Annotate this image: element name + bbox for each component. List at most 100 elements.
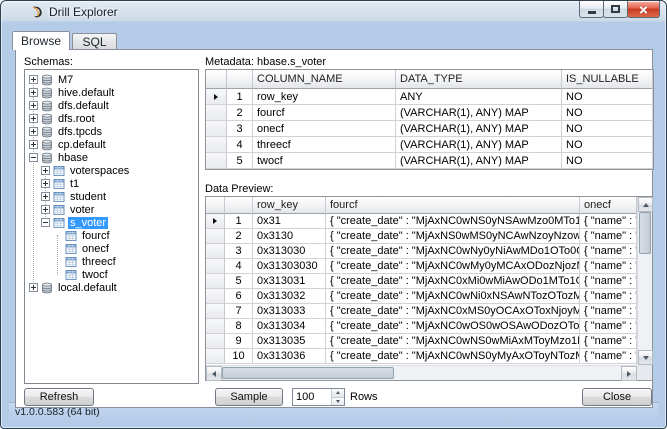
tab-browse[interactable]: Browse (12, 31, 70, 50)
tree-item-voterspaces[interactable]: voterspaces (25, 164, 198, 177)
grid-header-corner (206, 70, 227, 89)
column-header-onecf[interactable]: onecf (580, 197, 637, 214)
grid-header-row: row_keyfourcfonecf (206, 197, 637, 214)
row-number-cell: 8 (225, 319, 253, 334)
spin-up-button[interactable] (332, 389, 344, 398)
expand-icon[interactable] (29, 127, 38, 136)
current-row-arrow-icon (214, 94, 218, 100)
expand-icon[interactable] (29, 75, 38, 84)
rows-count-value[interactable]: 100 (296, 391, 314, 403)
tree-item-hive.default[interactable]: hive.default (25, 86, 198, 99)
table-row[interactable]: 70x313033{ "create_date" : "MjAxNC0xMS0y… (206, 304, 637, 319)
tree-item-threecf[interactable]: threecf (25, 255, 198, 268)
tree-item-onecf[interactable]: onecf (25, 242, 198, 255)
table-row[interactable]: 40x31303030{ "create_date" : "MjAxNC0wMy… (206, 259, 637, 274)
tree-item-t1[interactable]: t1 (25, 177, 198, 190)
schemas-label: Schemas: (24, 56, 73, 68)
column-header-IS_NULLABLE[interactable]: IS_NULLABLE (562, 70, 653, 89)
horizontal-scroll-thumb[interactable] (222, 367, 394, 379)
vertical-scrollbar[interactable] (637, 197, 652, 365)
tab-sql[interactable]: SQL (72, 33, 117, 50)
tree-item-twocf[interactable]: twocf (25, 268, 198, 281)
expand-icon[interactable] (29, 101, 38, 110)
column-header-row_key[interactable]: row_key (253, 197, 326, 214)
tree-item-hbase[interactable]: hbase (25, 151, 198, 164)
tree-item-student[interactable]: student (25, 190, 198, 203)
table-row[interactable]: 2fourcf(VARCHAR(1), ANY) MAPNO (206, 105, 653, 121)
table-icon (65, 269, 77, 281)
tree-item-label: hbase (56, 152, 90, 164)
collapse-icon[interactable] (41, 218, 50, 227)
metadata-grid[interactable]: COLUMN_NAMEDATA_TYPEIS_NULLABLE1row_keyA… (205, 69, 654, 170)
expand-icon[interactable] (41, 205, 50, 214)
column-header-COLUMN_NAME[interactable]: COLUMN_NAME (253, 70, 396, 89)
data-cell-onecf: { "name" : "Y2Fs (580, 334, 637, 349)
title-bar[interactable]: Drill Explorer (1, 1, 666, 22)
maximize-button[interactable] (603, 1, 628, 18)
data-cell-DATA_TYPE: (VARCHAR(1), ANY) MAP (396, 121, 562, 137)
table-row[interactable]: 3onecf(VARCHAR(1), ANY) MAPNO (206, 121, 653, 137)
data-cell-fourcf: { "create_date" : "MjAxNC0xMS0yOCAxOToxN… (326, 304, 580, 319)
table-row[interactable]: 20x3130{ "create_date" : "MjAxNS0wMS0yNC… (206, 229, 637, 244)
scroll-left-button[interactable] (206, 366, 222, 381)
grid-header-corner (206, 197, 225, 214)
row-header-cell (206, 229, 225, 244)
table-icon (53, 165, 65, 177)
schemas-tree[interactable]: M7hive.defaultdfs.defaultdfs.rootdfs.tpc… (24, 69, 199, 384)
table-row[interactable]: 100x313036{ "create_date" : "MjAxNC0wNS0… (206, 349, 637, 364)
vertical-scroll-thumb[interactable] (639, 212, 651, 254)
expand-icon[interactable] (29, 140, 38, 149)
tree-item-dfs.default[interactable]: dfs.default (25, 99, 198, 112)
expand-icon[interactable] (29, 88, 38, 97)
tree-item-label: local.default (56, 282, 119, 294)
scroll-right-button[interactable] (621, 366, 637, 381)
scroll-up-button[interactable] (638, 197, 653, 212)
expand-icon[interactable] (41, 179, 50, 188)
horizontal-scrollbar[interactable] (206, 365, 637, 380)
data-preview-grid[interactable]: row_keyfourcfonecf10x31{ "create_date" :… (205, 196, 653, 381)
collapse-icon[interactable] (29, 153, 38, 162)
table-row[interactable]: 50x313031{ "create_date" : "MjAxNC0xMi0w… (206, 274, 637, 289)
tree-item-fourcf[interactable]: fourcf (25, 229, 198, 242)
data-cell-onecf: { "name" : "d2Vu (580, 259, 637, 274)
table-row[interactable]: 30x313030{ "create_date" : "MjAxNC0wNy0y… (206, 244, 637, 259)
tree-item-local.default[interactable]: local.default (25, 281, 198, 294)
row-number-cell: 5 (225, 274, 253, 289)
table-row[interactable]: 60x313032{ "create_date" : "MjAxNC0wNi0x… (206, 289, 637, 304)
close-button[interactable]: Close (582, 388, 652, 406)
table-row[interactable]: 80x313034{ "create_date" : "MjAxNC0wOS0w… (206, 319, 637, 334)
row-header-cell (206, 304, 225, 319)
tree-item-dfs.root[interactable]: dfs.root (25, 112, 198, 125)
rows-count-spinner[interactable]: 100 (292, 388, 345, 406)
row-header-cell (206, 121, 227, 137)
tree-item-voter[interactable]: voter (25, 203, 198, 216)
close-window-button[interactable] (627, 1, 660, 18)
table-row[interactable]: 5twocf(VARCHAR(1), ANY) MAPNO (206, 153, 653, 169)
left-arrow-icon (212, 371, 216, 377)
tree-item-M7[interactable]: M7 (25, 73, 198, 86)
data-cell-row_key: 0x3130 (253, 229, 326, 244)
table-row[interactable]: 90x313035{ "create_date" : "MjAxNC0wNS0w… (206, 334, 637, 349)
column-header-fourcf[interactable]: fourcf (326, 197, 580, 214)
data-cell-DATA_TYPE: (VARCHAR(1), ANY) MAP (396, 137, 562, 153)
tree-item-cp.default[interactable]: cp.default (25, 138, 198, 151)
tree-item-dfs.tpcds[interactable]: dfs.tpcds (25, 125, 198, 138)
up-arrow-icon (336, 391, 340, 394)
expand-icon[interactable] (29, 114, 38, 123)
minimize-button[interactable] (579, 1, 604, 18)
data-cell-fourcf: { "create_date" : "MjAxNC0wOS0wOSAwODozO… (326, 319, 580, 334)
sample-button[interactable]: Sample (215, 388, 283, 406)
refresh-button[interactable]: Refresh (24, 388, 94, 406)
column-header-DATA_TYPE[interactable]: DATA_TYPE (396, 70, 562, 89)
table-row[interactable]: 10x31{ "create_date" : "MjAxNC0wNS0yNSAw… (206, 214, 637, 229)
expand-icon[interactable] (41, 166, 50, 175)
table-row[interactable]: 1row_keyANYNO (206, 89, 653, 105)
expand-icon[interactable] (41, 192, 50, 201)
scroll-down-button[interactable] (638, 350, 653, 365)
window-title: Drill Explorer (49, 5, 118, 19)
table-row[interactable]: 4threecf(VARCHAR(1), ANY) MAPNO (206, 137, 653, 153)
expand-icon[interactable] (29, 283, 38, 292)
spin-down-button[interactable] (332, 398, 344, 406)
tree-item-s_voter[interactable]: s_voter (25, 216, 198, 229)
tree-item-label: threecf (80, 256, 118, 268)
